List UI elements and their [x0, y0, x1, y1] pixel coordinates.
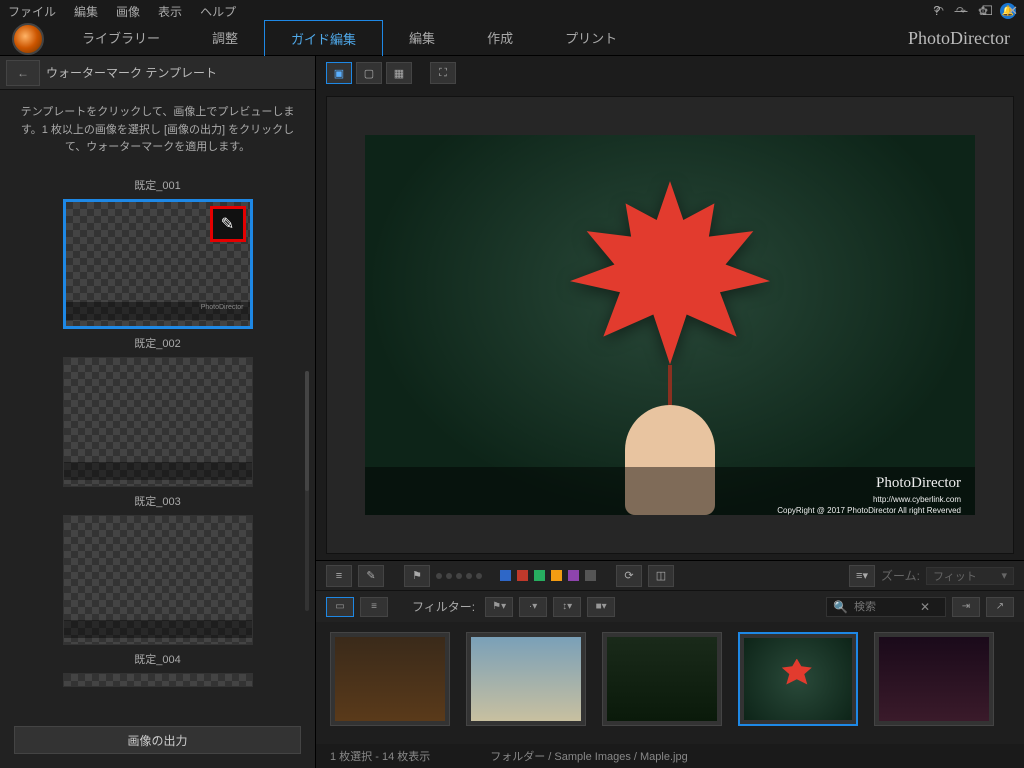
thumbnail-1[interactable]: [330, 632, 450, 726]
help-button[interactable]: ?: [933, 3, 940, 19]
panel-title: ウォーターマーク テンプレート: [46, 64, 217, 81]
close-button[interactable]: ✕: [1007, 3, 1018, 19]
filter-rating-button[interactable]: ·▾: [519, 597, 547, 617]
list-layout-button[interactable]: ≡: [360, 597, 388, 617]
pencil-icon: ✎: [221, 214, 234, 234]
app-logo-icon: [12, 23, 44, 55]
rating-dots[interactable]: [436, 573, 482, 579]
maximize-button[interactable]: ☐: [981, 3, 993, 19]
preview-image[interactable]: PhotoDirector http://www.cyberlink.com C…: [365, 135, 975, 515]
search-input[interactable]: [854, 601, 914, 613]
filter-color-button[interactable]: ■▾: [587, 597, 615, 617]
thumbnail-4[interactable]: [738, 632, 858, 726]
browser-toolbar: ▭ ≡ フィルター: ⚑▾ ·▾ ↕▾ ■▾ 🔍 ✕ ⇥ ↗: [316, 590, 1024, 622]
menu-image[interactable]: 画像: [116, 3, 140, 20]
template-label: 既定_003: [28, 493, 287, 509]
zoom-select[interactable]: フィット▾: [926, 567, 1014, 585]
filmstrip-layout-button[interactable]: ▭: [326, 597, 354, 617]
export-button[interactable]: 画像の出力: [14, 726, 301, 754]
menu-view[interactable]: 表示: [158, 3, 182, 20]
view-compare-button[interactable]: ▢: [356, 62, 382, 84]
edit-template-button[interactable]: ✎: [210, 206, 246, 242]
watermark-preview-strip: [64, 620, 252, 638]
thumbnail-5[interactable]: [874, 632, 994, 726]
rating-toolbar: ≡ ✎ ⚑ ⟳ ◫ ≡▾ ズーム: フィット▾: [316, 560, 1024, 590]
compare-toggle[interactable]: ≡▾: [849, 565, 875, 587]
watermark-preview-strip: PhotoDirector: [66, 302, 250, 320]
minimize-button[interactable]: —: [954, 3, 967, 19]
tab-edit[interactable]: 編集: [383, 20, 461, 57]
color-label-none[interactable]: [585, 570, 596, 581]
chevron-down-icon: ▾: [1001, 569, 1007, 582]
filmstrip: [316, 622, 1024, 744]
tab-adjust[interactable]: 調整: [186, 20, 264, 57]
panel-description: テンプレートをクリックして、画像上でプレビューします。1 枚以上の画像を選択し …: [0, 90, 315, 171]
tab-guided[interactable]: ガイド編集: [264, 20, 383, 57]
left-panel: ← ウォーターマーク テンプレート テンプレートをクリックして、画像上でプレビュ…: [0, 56, 316, 768]
watermark-preview-strip: [64, 462, 252, 480]
status-bar: 1 枚選択 - 14 枚表示 フォルダー / Sample Images / M…: [316, 744, 1024, 768]
search-box[interactable]: 🔍 ✕: [826, 597, 946, 617]
brush-button[interactable]: ✎: [358, 565, 384, 587]
export-folder-button[interactable]: ⇥: [952, 597, 980, 617]
template-label: 既定_004: [28, 651, 287, 667]
app-name: PhotoDirector: [908, 28, 1010, 49]
watermark-overlay: PhotoDirector http://www.cyberlink.com C…: [365, 467, 975, 515]
share-button[interactable]: ↗: [986, 597, 1014, 617]
color-label-red[interactable]: [517, 570, 528, 581]
tab-print[interactable]: プリント: [539, 20, 643, 57]
color-label-orange[interactable]: [551, 570, 562, 581]
template-thumb-3[interactable]: [63, 515, 253, 645]
filter-flag-button[interactable]: ⚑▾: [485, 597, 513, 617]
menu-file[interactable]: ファイル: [8, 3, 56, 20]
thumbnail-3[interactable]: [602, 632, 722, 726]
right-panel: ▣ ▢ ▦ ⛶ PhotoDirector http://www.cyberli…: [316, 56, 1024, 768]
scrollbar[interactable]: [305, 371, 309, 611]
status-path: フォルダー / Sample Images / Maple.jpg: [490, 748, 687, 764]
flag-button[interactable]: ⚑: [404, 565, 430, 587]
template-label: 既定_001: [28, 177, 287, 193]
menu-help[interactable]: ヘルプ: [200, 3, 236, 20]
filter-sort-button[interactable]: ↕▾: [553, 597, 581, 617]
titlebar: ファイル 編集 画像 表示 ヘルプ ↶ ↷ ✿ 🔔 ? — ☐ ✕: [0, 0, 1024, 22]
search-icon: 🔍: [833, 600, 848, 614]
template-thumb-2[interactable]: [63, 357, 253, 487]
rotate-button[interactable]: ⟳: [616, 565, 642, 587]
view-fullscreen-button[interactable]: ⛶: [430, 62, 456, 84]
view-grid-button[interactable]: ▦: [386, 62, 412, 84]
watermark-url: http://www.cyberlink.com: [379, 494, 961, 505]
view-toolbar: ▣ ▢ ▦ ⛶: [316, 56, 1024, 90]
tag-button[interactable]: ≡: [326, 565, 352, 587]
template-thumb-4[interactable]: [63, 673, 253, 687]
status-selection: 1 枚選択 - 14 枚表示: [330, 748, 430, 764]
clear-search-icon[interactable]: ✕: [920, 600, 930, 614]
view-single-button[interactable]: ▣: [326, 62, 352, 84]
tab-create[interactable]: 作成: [461, 20, 539, 57]
template-list: 既定_001 ✎ PhotoDirector 既定_002 既定_003 既定_…: [0, 171, 315, 716]
back-button[interactable]: ←: [6, 60, 40, 86]
thumbnail-2[interactable]: [466, 632, 586, 726]
color-label-blue[interactable]: [500, 570, 511, 581]
zoom-label: ズーム:: [881, 567, 920, 584]
template-label: 既定_002: [28, 335, 287, 351]
main-tabs: ライブラリー 調整 ガイド編集 編集 作成 プリント PhotoDirector: [0, 22, 1024, 56]
watermark-copyright: CopyRight @ 2017 PhotoDirector All right…: [379, 505, 961, 515]
crop-button[interactable]: ◫: [648, 565, 674, 587]
template-thumb-1[interactable]: ✎ PhotoDirector: [63, 199, 253, 329]
filter-label: フィルター:: [412, 598, 475, 615]
maple-leaf-graphic: [555, 170, 785, 370]
window-controls: ? — ☐ ✕: [933, 3, 1018, 19]
watermark-title: PhotoDirector: [379, 473, 961, 494]
tab-library[interactable]: ライブラリー: [56, 20, 186, 57]
arrow-left-icon: ←: [17, 66, 29, 80]
color-label-green[interactable]: [534, 570, 545, 581]
menubar: ファイル 編集 画像 表示 ヘルプ: [8, 3, 904, 20]
menu-edit[interactable]: 編集: [74, 3, 98, 20]
color-label-purple[interactable]: [568, 570, 579, 581]
preview-area: PhotoDirector http://www.cyberlink.com C…: [326, 96, 1014, 554]
